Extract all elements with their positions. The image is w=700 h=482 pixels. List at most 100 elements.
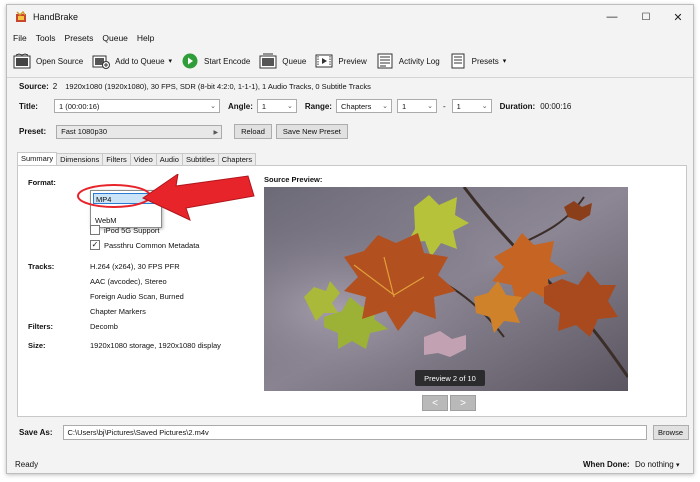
save-as-path-input[interactable]: C:\Users\bj\Pictures\Saved Pictures\2.m4… [62,425,647,440]
close-button[interactable]: ✕ [661,5,693,29]
ipod-support-label: iPod 5G Support [104,226,160,235]
title-row: Title: 1 (00:00:16) ⌄ Angle: 1 ⌄ Range: … [19,99,571,113]
filters-value: Decomb [90,322,118,331]
size-label: Size: [28,341,46,350]
source-row: Source: 2 1920x1080 (1920x1080), 30 FPS,… [19,82,371,91]
open-source-button[interactable]: Open Source [13,53,83,69]
queue-label: Queue [282,56,307,66]
tracks-label: Tracks: [28,262,55,271]
preview-counter-badge: Preview 2 of 10 [415,370,485,386]
save-new-preset-button[interactable]: Save New Preset [275,124,348,139]
add-to-queue-dropdown-icon[interactable]: ▾ [169,57,173,65]
annotation-arrow-overlay [77,174,255,221]
queue-icon [259,53,277,69]
presets-label: Presets [471,56,499,66]
toolbar: Open Source Add to Queue ▾ Start Encode [7,47,693,75]
when-done-select[interactable]: Do nothing ▾ [635,460,679,469]
tab-dimensions[interactable]: Dimensions [56,153,104,165]
preview-button[interactable]: Preview [315,53,367,69]
chevron-down-icon: ▾ [675,461,680,469]
range-separator: - [442,101,446,111]
title-select[interactable]: 1 (00:00:16) ⌄ [53,99,220,113]
maximize-button[interactable]: ☐ [629,5,663,29]
menu-presets[interactable]: Presets [65,33,94,43]
preset-row: Preset: Fast 1080p30 ▶ Reload Save New P… [19,124,348,139]
passthru-checkbox[interactable]: ✓ [90,240,100,250]
preset-label: Preset: [19,127,47,136]
browse-button[interactable]: Browse [652,425,689,440]
track-audio: AAC (avcodec), Stereo [90,277,167,286]
save-as-row: Save As: C:\Users\bj\Pictures\Saved Pict… [19,425,689,440]
add-to-queue-button[interactable]: Add to Queue ▾ [92,53,172,69]
tab-subtitles[interactable]: Subtitles [181,153,219,165]
activity-log-label: Activity Log [398,56,440,66]
save-as-label: Save As: [19,428,53,437]
tab-audio[interactable]: Audio [155,153,183,165]
title-select-value: 1 (00:00:16) [58,101,100,111]
play-icon [182,53,198,69]
handbrake-window: HandBrake — ☐ ✕ File Tools Presets Queue… [6,4,694,474]
tab-summary[interactable]: Summary [17,152,58,165]
range-type-select[interactable]: Chapters ⌄ [335,99,392,113]
menu-tools[interactable]: Tools [36,33,56,43]
presets-icon [451,53,465,69]
preset-selector[interactable]: Fast 1080p30 ▶ [56,124,223,139]
ipod-support-checkbox[interactable] [90,225,100,235]
range-to-value: 1 [456,101,461,111]
chevron-right-icon: ▶ [213,129,219,136]
save-as-path-value: C:\Users\bj\Pictures\Saved Pictures\2.m4… [67,428,209,437]
source-preview-image [264,187,628,391]
passthru-label: Passthru Common Metadata [104,241,200,250]
chevron-down-icon: ⌄ [286,103,293,110]
chevron-down-icon: ⌄ [210,103,216,110]
angle-select[interactable]: 1 ⌄ [256,99,297,113]
preview-label: Preview [338,56,367,66]
title-label: Title: [19,101,38,111]
tab-chapters[interactable]: Chapters [217,153,257,165]
range-to-select[interactable]: 1 ⌄ [451,99,492,113]
film-box-icon [13,53,31,69]
handbrake-logo-icon [16,11,26,22]
chevron-down-icon: ⌄ [382,103,388,110]
reload-button[interactable]: Reload [234,124,272,139]
window-title: HandBrake [33,12,79,22]
angle-select-value: 1 [261,101,267,111]
settings-tabs: Summary Dimensions Filters Video Audio S… [17,152,257,165]
source-label: Source: [19,82,49,91]
menu-help[interactable]: Help [137,33,154,43]
menu-queue[interactable]: Queue [102,33,128,43]
size-value: 1920x1080 storage, 1920x1080 display [90,341,221,350]
range-type-value: Chapters [340,101,372,111]
range-from-select[interactable]: 1 ⌄ [396,99,437,113]
status-text: Ready [15,459,39,469]
queue-button[interactable]: Queue [259,53,306,69]
track-chapters: Chapter Markers [90,307,146,316]
presets-dropdown-icon[interactable]: ▾ [503,57,507,65]
range-label: Range: [304,101,332,111]
source-info: 1920x1080 (1920x1080), 30 FPS, SDR (8-bi… [65,82,371,91]
source-number: 2 [52,82,58,91]
previous-preview-button[interactable]: < [422,395,448,411]
tab-filters[interactable]: Filters [102,153,131,165]
presets-button[interactable]: Presets ▾ [449,53,507,69]
status-bar: Ready When Done: Do nothing ▾ [7,455,693,473]
when-done-value: Do nothing [635,459,674,469]
title-bar: HandBrake [7,5,693,29]
activity-log-icon [377,53,393,69]
preset-value: Fast 1080p30 [61,127,107,136]
next-preview-button[interactable]: > [450,395,476,411]
track-video: H.264 (x264), 30 FPS PFR [90,262,180,271]
minimize-button[interactable]: — [595,5,629,29]
add-to-queue-label: Add to Queue [115,56,165,66]
activity-log-button[interactable]: Activity Log [376,53,440,69]
angle-label: Angle: [227,101,253,111]
duration-label: Duration: [499,101,536,111]
start-encode-button[interactable]: Start Encode [181,53,250,69]
toolbar-divider [7,77,693,78]
menu-bar: File Tools Presets Queue Help [7,31,163,45]
when-done-label: When Done: [583,459,630,469]
menu-file[interactable]: File [13,33,27,43]
summary-panel: Format: MP4 MKV WebM iPod 5G Support ✓ P… [17,165,687,417]
tab-video[interactable]: Video [129,153,157,165]
format-label: Format: [28,178,56,187]
